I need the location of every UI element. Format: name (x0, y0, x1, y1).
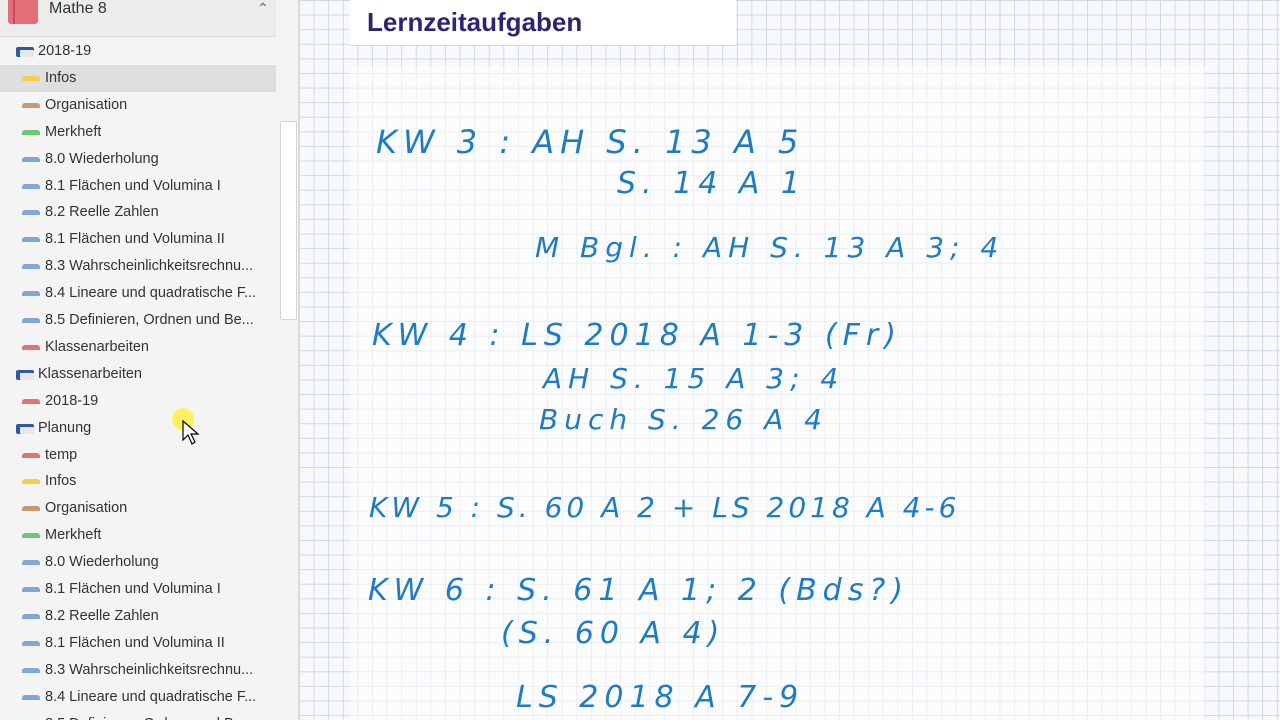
section-tab-icon (22, 102, 40, 108)
page-item[interactable]: temp (0, 442, 276, 469)
tree-item-label: temp (45, 446, 78, 463)
section-tab-icon (22, 183, 40, 189)
page-item[interactable]: Infos (0, 64, 276, 92)
tree-item-label: 8.1 Flächen und Volumina I (45, 581, 221, 597)
handwritten-notes-area[interactable]: KW 3 : AH S. 13 A 5 S. 14 A 1 M Bgl. : A… (350, 66, 1205, 720)
tree-item-label: Infos (45, 69, 77, 86)
tree-item-label: 2018-19 (45, 392, 99, 409)
page-title-box[interactable]: Lernzeitaufgaben (350, 0, 736, 46)
page-item[interactable]: Infos (0, 468, 276, 495)
section-group-icon (16, 47, 34, 57)
tree-item-label: 8.3 Wahrscheinlichkeitsrechnu... (45, 661, 254, 678)
tree-item-label: Planung (38, 419, 92, 436)
page-item[interactable]: 8.4 Lineare und quadratische F... (0, 684, 276, 711)
tree-item-label: 8.3 Wahrscheinlichkeitsrechnu... (45, 258, 254, 275)
tree-item-label: 8.2 Reelle Zahlen (45, 204, 159, 221)
tree-item-label: Organisation (45, 500, 128, 517)
note-page-canvas[interactable]: Lernzeitaufgaben KW 3 : AH S. 13 A 5 S. … (299, 0, 1280, 720)
section-tab-icon (22, 506, 40, 512)
handwritten-line: KW 6 : S. 61 A 1; 2 (Bds?) (368, 573, 909, 608)
tree-item-label: 8.0 Wiederholung (45, 554, 159, 571)
page-item[interactable]: 8.1 Flächen und Volumina I (0, 173, 276, 200)
page-item[interactable]: Organisation (0, 92, 276, 119)
section-tab-icon (22, 587, 40, 592)
page-item[interactable]: Klassenarbeiten (0, 334, 276, 361)
tree-item-label: 8.0 Wiederholung (45, 150, 159, 167)
notebook-title: Mathe 8 (49, 0, 107, 17)
page-item[interactable]: Merkheft (0, 522, 276, 549)
handwritten-line: KW 5 : S. 60 A 2 + LS 2018 A 4-6 (369, 491, 961, 524)
tree-item-label: 2018-19 (38, 43, 92, 59)
page-item[interactable]: Organisation (0, 495, 276, 522)
page-item[interactable]: 8.5 Definieren, Ordnen und Be... (0, 307, 276, 334)
section-tab-icon (22, 318, 40, 323)
section-tab-icon (22, 264, 40, 270)
handwritten-line: AH S. 15 A 3; 4 (543, 362, 845, 395)
tree-item-label: Klassenarbeiten (45, 338, 149, 355)
page-item[interactable]: 8.0 Wiederholung (0, 549, 276, 576)
page-item[interactable]: 8.3 Wahrscheinlichkeitsrechnu... (0, 657, 276, 684)
page-item[interactable]: Merkheft (0, 119, 276, 146)
handwritten-line: KW 4 : LS 2018 A 1-3 (Fr) (372, 318, 902, 353)
notebook-header[interactable]: Mathe 8 ⌃ (0, 0, 276, 37)
page-item[interactable]: 8.0 Wiederholung (0, 146, 276, 173)
section-tab-icon (22, 667, 40, 673)
page-item[interactable]: 8.4 Lineare und quadratische F... (0, 280, 276, 307)
page-edge-handle[interactable]: ⋮ (1276, 590, 1280, 602)
section-group-icon (16, 423, 34, 434)
chevron-up-icon[interactable]: ⌃ (253, 0, 273, 18)
tree-item-label: 8.1 Flächen und Volumina I (45, 177, 221, 194)
page-item[interactable]: 8.1 Flächen und Volumina II (0, 226, 276, 253)
handwritten-line: KW 3 : AH S. 13 A 5 (376, 123, 805, 161)
tree-item-label: 8.4 Lineare und quadratische F... (45, 688, 257, 705)
section-tab-icon (22, 75, 40, 81)
section-tab-icon (22, 533, 40, 539)
tree-item-label: Klassenarbeiten (38, 365, 142, 382)
handwritten-line: M Bgl. : AH S. 13 A 3; 4 (535, 231, 1005, 264)
handwritten-line: Buch S. 26 A 4 (539, 403, 828, 436)
page-item[interactable]: 8.1 Flächen und Volumina I (0, 576, 276, 603)
sidebar-scrollbar-thumb[interactable] (280, 121, 297, 320)
section-tab-icon (22, 129, 40, 135)
page-item[interactable]: 8.3 Wahrscheinlichkeitsrechnu... (0, 253, 276, 280)
page-item[interactable]: 8.2 Reelle Zahlen (0, 603, 276, 630)
tree-item-label: 8.5 Definieren, Ordnen und Be... (45, 312, 254, 328)
tree-item-label: Merkheft (45, 527, 102, 544)
section-tab-icon (22, 291, 40, 297)
page-item[interactable]: 2018-19 (0, 388, 276, 415)
section-tab-icon (22, 613, 40, 619)
page-item[interactable]: 8.5 Definieren, Ordnen und B... (0, 711, 276, 720)
section-tab-icon (22, 398, 40, 404)
tree-item-label: Merkheft (45, 123, 102, 140)
tree-item-label: 8.5 Definieren, Ordnen und B... (45, 711, 246, 720)
page-title[interactable]: Lernzeitaufgaben (367, 4, 582, 40)
section-tab-icon (22, 560, 40, 566)
tree-item-label: Organisation (45, 96, 128, 113)
section-group-item[interactable]: Klassenarbeiten (0, 361, 276, 388)
handwritten-line: (S. 60 A 4) (501, 616, 726, 651)
tree-item-label: 8.1 Flächen und Volumina II (45, 634, 225, 651)
notebook-icon (8, 0, 38, 24)
mouse-pointer-icon (182, 420, 200, 445)
page-item[interactable]: 8.1 Flächen und Volumina II (0, 630, 276, 657)
tree-item-label: 8.1 Flächen und Volumina II (45, 231, 225, 248)
tree-item-label: 8.4 Lineare und quadratische F... (45, 285, 257, 302)
handwritten-line: LS 2018 A 7-9 (516, 680, 805, 715)
notebook-sidebar: Mathe 8 ⌃ 2018-19 Infos Organisation Merkhe… (0, 0, 299, 720)
section-group-item[interactable]: 2018-19 (0, 38, 276, 65)
tree-item-label: Infos (45, 473, 77, 490)
section-group-icon (16, 369, 34, 380)
tree-item-label: 8.2 Reelle Zahlen (45, 607, 159, 624)
handwritten-line: S. 14 A 1 (617, 166, 806, 201)
section-tab-icon (22, 694, 40, 700)
section-tab-icon (22, 237, 40, 243)
section-tab-icon (22, 344, 40, 350)
page-item[interactable]: 8.2 Reelle Zahlen (0, 199, 276, 226)
section-tab-icon (22, 210, 40, 216)
section-tab-icon (22, 479, 40, 485)
section-tab-icon (22, 452, 40, 458)
section-group-item[interactable]: Planung (0, 415, 276, 442)
section-tab-icon (22, 640, 40, 646)
section-tab-icon (22, 156, 40, 162)
